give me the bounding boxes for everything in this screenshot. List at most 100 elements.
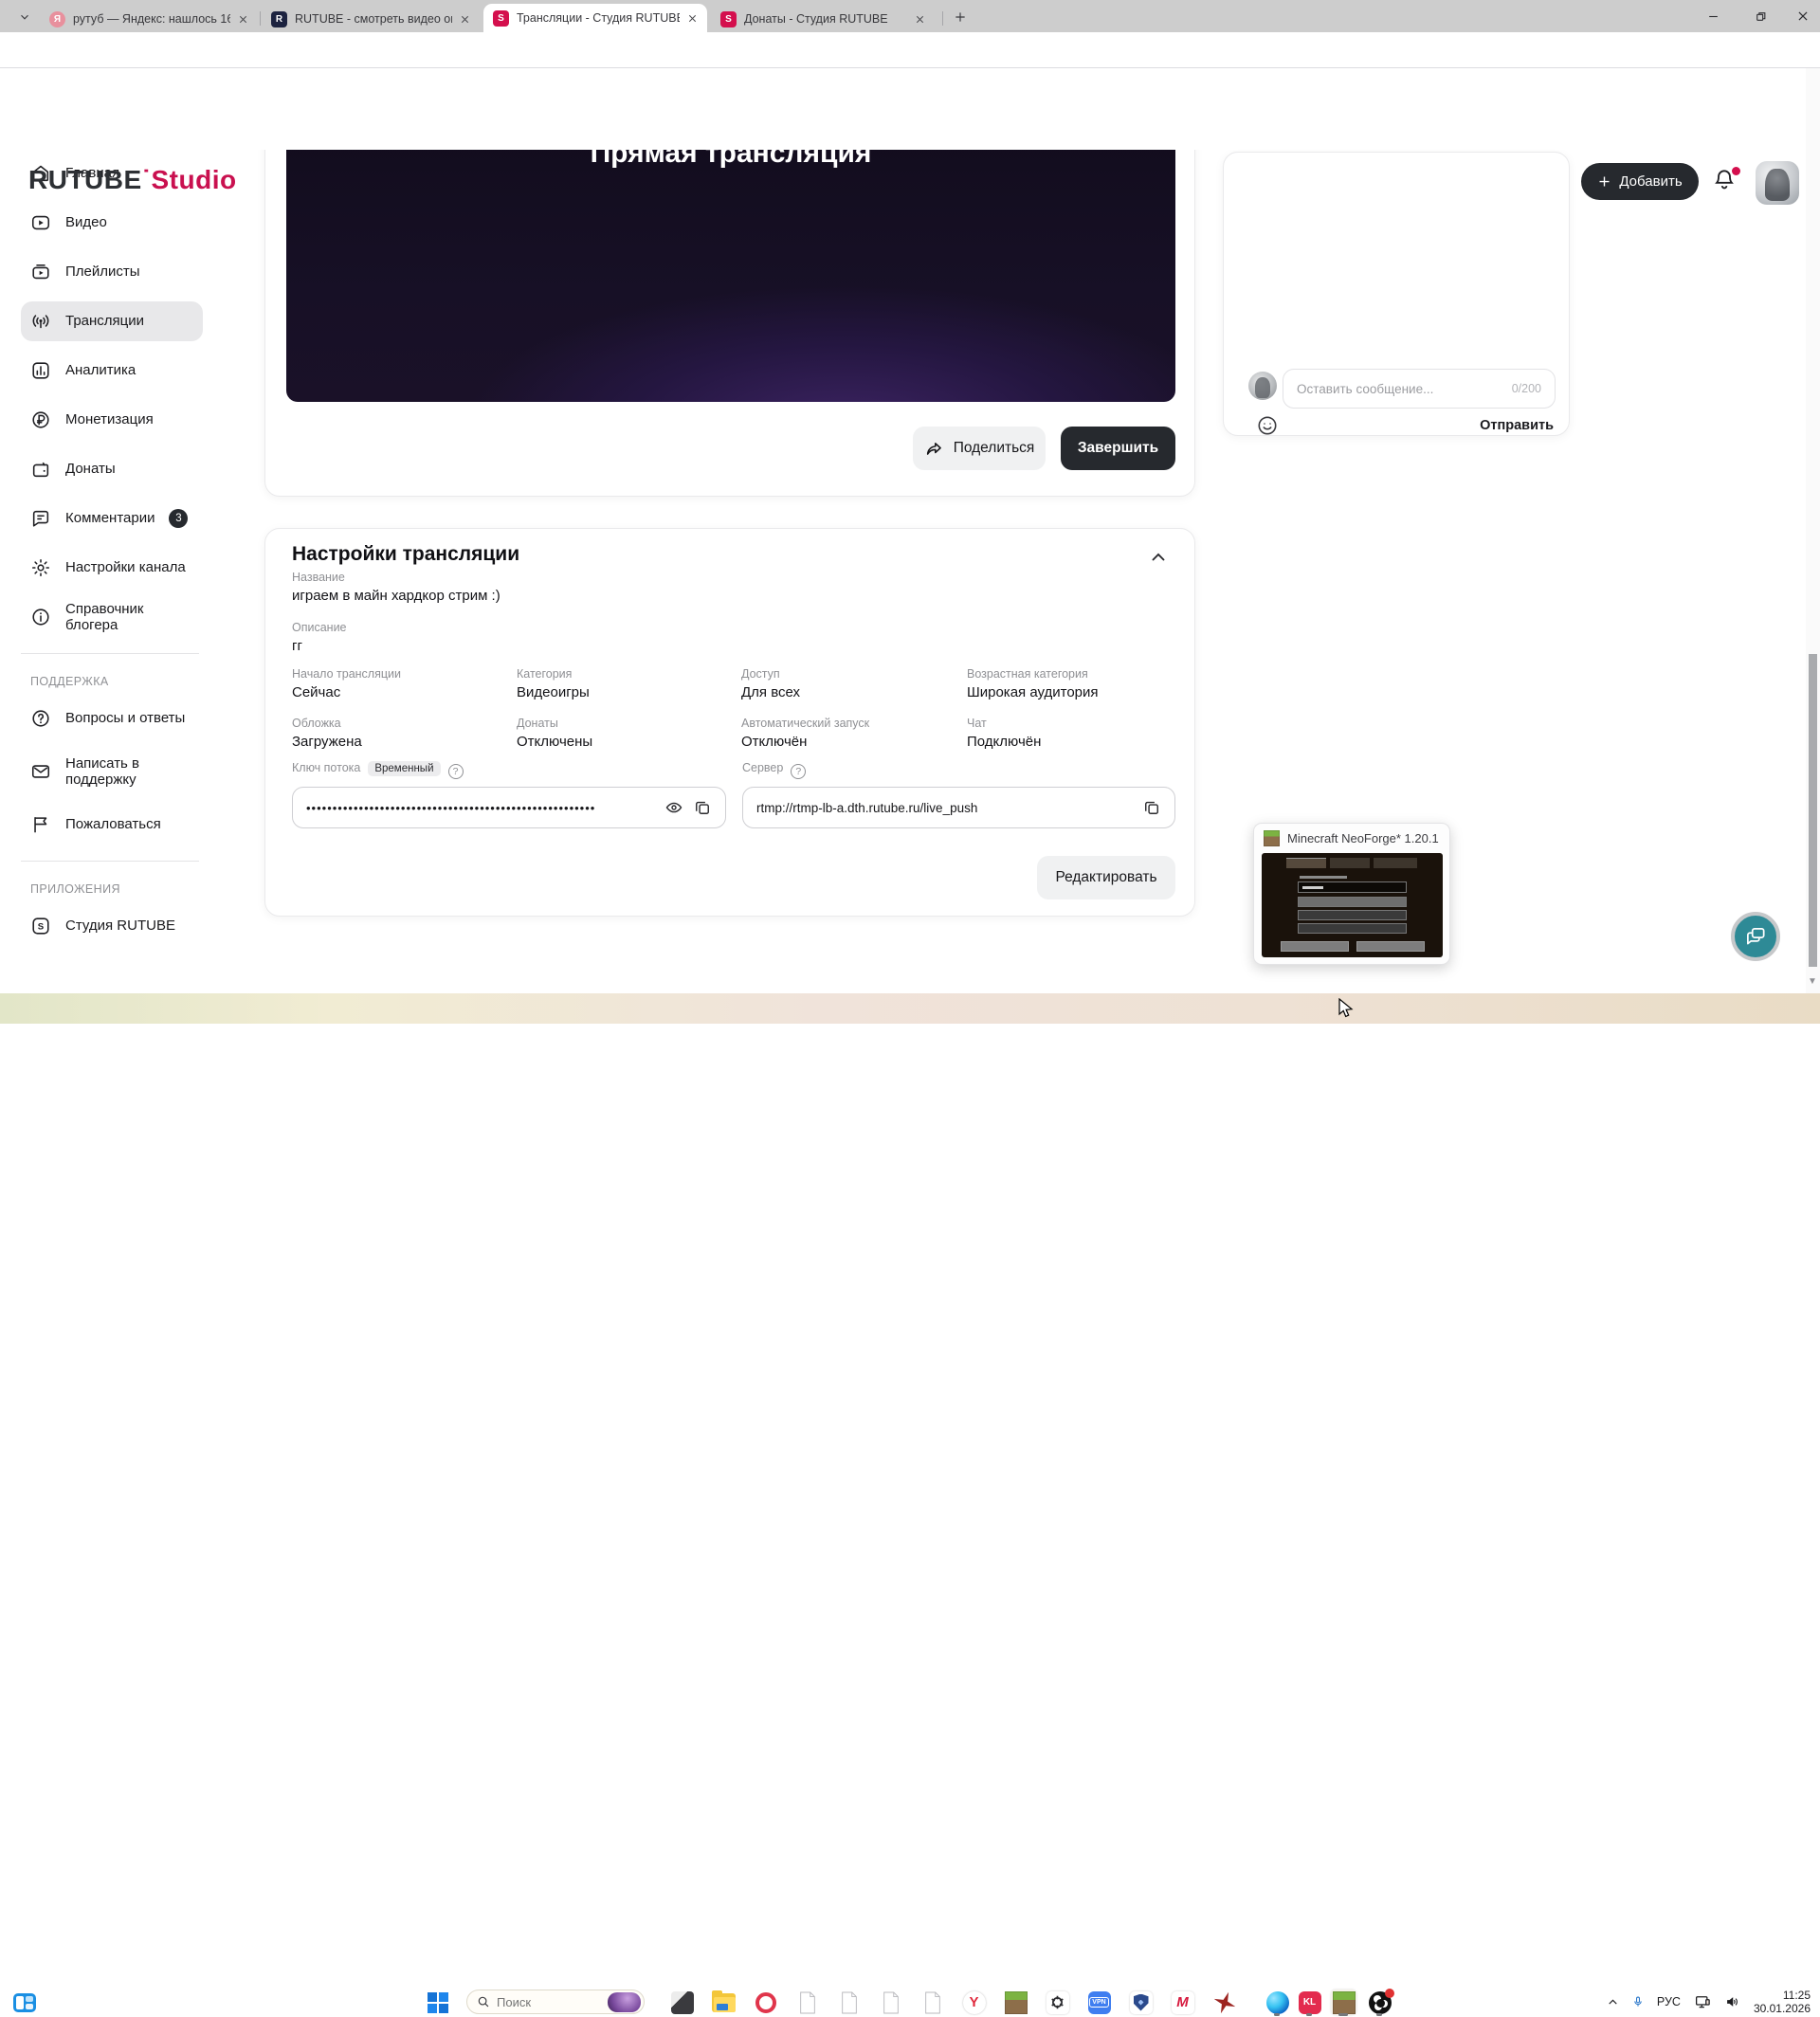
- edit-button[interactable]: Редактировать: [1037, 856, 1175, 899]
- edge-icon[interactable]: [1265, 1990, 1290, 2015]
- network-icon[interactable]: [1693, 1993, 1712, 2010]
- scrollbar-thumb[interactable]: [1809, 654, 1817, 967]
- search-highlight-image[interactable]: [608, 1992, 641, 2012]
- show-key-eye-icon[interactable]: [664, 798, 683, 817]
- tab-close-icon[interactable]: [460, 14, 470, 25]
- sidebar-item-channel-settings[interactable]: Настройки канала: [0, 543, 220, 592]
- language-indicator[interactable]: РУС: [1657, 1995, 1681, 2008]
- browser-tab-yandex[interactable]: Я рутуб — Яндекс: нашлось 163 р: [40, 6, 258, 32]
- notification-dot: [1732, 167, 1740, 175]
- add-button[interactable]: Добавить: [1581, 163, 1699, 200]
- ruble-circle-icon: [30, 409, 51, 430]
- yandex-favicon: Я: [49, 11, 65, 27]
- sidebar-item-playlists[interactable]: Плейлисты: [0, 247, 220, 297]
- yandex-browser-icon[interactable]: Y: [961, 1990, 987, 2015]
- chatgpt-icon[interactable]: [1045, 1990, 1070, 2015]
- sidebar-item-donates[interactable]: Донаты: [0, 445, 220, 494]
- app-red-m-icon[interactable]: M: [1170, 1990, 1195, 2015]
- help-icon[interactable]: ?: [448, 764, 464, 779]
- studio-header: RUTUBE˙Studio Добавить: [0, 68, 1820, 150]
- scrollbar-down-arrow[interactable]: ▼: [1808, 976, 1817, 987]
- emoji-smiley-icon[interactable]: [1256, 414, 1279, 437]
- sidebar-divider: [21, 653, 199, 654]
- copy-server-icon[interactable]: [1142, 798, 1161, 817]
- chat-message-input-wrap[interactable]: 0/200: [1283, 369, 1556, 409]
- sidebar-apps-header: ПРИЛОЖЕНИЯ: [0, 873, 220, 901]
- taskbar-app-dark-icon[interactable]: [669, 1990, 695, 2015]
- field-start: Начало трансляцииСейчас: [292, 667, 517, 700]
- sidebar-item-report[interactable]: Пожаловаться: [0, 800, 220, 849]
- sidebar-item-blogger-guide[interactable]: Справочник блогера: [0, 592, 220, 642]
- stream-key-input[interactable]: ••••••••••••••••••••••••••••••••••••••••…: [292, 787, 726, 828]
- tab-close-icon[interactable]: [915, 14, 925, 25]
- mc-label: [1300, 876, 1347, 879]
- page-scrollbar[interactable]: ▼: [1806, 68, 1820, 993]
- start-button[interactable]: [425, 1990, 450, 2015]
- chat-message-input[interactable]: [1297, 382, 1504, 396]
- minecraft-thumbnail[interactable]: [1262, 853, 1443, 957]
- copy-key-icon[interactable]: [693, 798, 712, 817]
- window-minimize-button[interactable]: [1697, 6, 1729, 27]
- obs-icon[interactable]: [1367, 1990, 1392, 2015]
- stream-desc-value: гг: [292, 638, 347, 654]
- browser-tab-rutube[interactable]: R RUTUBE - смотреть видео онлай: [262, 6, 480, 32]
- file-explorer-icon[interactable]: [711, 1990, 737, 2015]
- document-icon[interactable]: [836, 1990, 862, 2015]
- sidebar-item-studio-app[interactable]: SСтудия RUTUBE: [0, 901, 220, 951]
- stream-card: Прямая трансляция Поделиться Завершить: [264, 99, 1195, 497]
- minecraft-preview-popup[interactable]: Minecraft NeoForge* 1.20.1: [1253, 823, 1450, 965]
- sidebar-item-streams[interactable]: Трансляции: [0, 297, 220, 346]
- window-restore-button[interactable]: [1744, 6, 1776, 27]
- broadcast-icon: [30, 311, 51, 332]
- chat-char-counter: 0/200: [1512, 382, 1541, 395]
- taskbar-search[interactable]: [466, 1990, 645, 2014]
- feedback-chat-fab[interactable]: [1731, 912, 1780, 961]
- rutube-studio-logo[interactable]: RUTUBE˙Studio: [28, 165, 237, 195]
- tab-close-icon[interactable]: [687, 13, 698, 24]
- help-icon[interactable]: ?: [791, 764, 806, 779]
- sidebar-item-video[interactable]: Видео: [0, 198, 220, 247]
- opera-icon[interactable]: [753, 1990, 778, 2015]
- sidebar-item-write-support[interactable]: Написать в поддержку: [0, 743, 220, 800]
- tray-clock[interactable]: 11:2530.01.2026: [1754, 1989, 1811, 2016]
- share-button[interactable]: Поделиться: [913, 427, 1046, 470]
- new-tab-button[interactable]: [950, 8, 971, 27]
- tab-title: Трансляции - Студия RUTUBE: [517, 11, 680, 25]
- sidebar-divider: [21, 861, 199, 862]
- chat-panel: 0/200 Отправить: [1223, 152, 1570, 436]
- chat-send-button[interactable]: Отправить: [1480, 418, 1554, 433]
- tab-close-icon[interactable]: [238, 14, 248, 25]
- notifications-bell-icon[interactable]: [1712, 167, 1742, 197]
- mc-button: [1356, 941, 1425, 952]
- user-avatar[interactable]: [1756, 161, 1799, 205]
- sidebar-item-analytics[interactable]: Аналитика: [0, 346, 220, 395]
- flag-icon: [30, 814, 51, 835]
- minecraft-icon[interactable]: [1003, 1990, 1028, 2015]
- document-icon[interactable]: [878, 1990, 903, 2015]
- tray-expand-chevron[interactable]: [1607, 1996, 1619, 2008]
- tab-list-chevron-button[interactable]: [13, 8, 36, 27]
- document-icon[interactable]: [794, 1990, 820, 2015]
- minecraft-active-icon[interactable]: [1331, 1990, 1356, 2015]
- sidebar-item-faq[interactable]: Вопросы и ответы: [0, 694, 220, 743]
- kaspersky-icon[interactable]: KL: [1297, 1990, 1322, 2015]
- browser-tab-donates[interactable]: S Донаты - Студия RUTUBE: [711, 6, 935, 32]
- collapse-chevron-icon[interactable]: [1147, 546, 1170, 569]
- question-icon: [30, 708, 51, 729]
- server-input[interactable]: rtmp://rtmp-lb-a.dth.rutube.ru/live_push: [742, 787, 1175, 828]
- vpn-icon[interactable]: VPN: [1086, 1990, 1112, 2015]
- widgets-icon[interactable]: [11, 1990, 37, 2015]
- stream-preview-video[interactable]: Прямая трансляция: [286, 129, 1175, 402]
- tab-separator: [260, 11, 261, 26]
- volume-icon[interactable]: [1724, 1994, 1741, 2009]
- sidebar-item-comments[interactable]: Комментарии3: [0, 494, 220, 543]
- shield-icon[interactable]: [1128, 1990, 1154, 2015]
- app-red-star-icon[interactable]: [1211, 1990, 1237, 2015]
- sidebar-item-monetization[interactable]: Монетизация: [0, 395, 220, 445]
- document-icon[interactable]: [919, 1990, 945, 2015]
- search-input[interactable]: [497, 1995, 601, 2009]
- browser-tab-streams-active[interactable]: S Трансляции - Студия RUTUBE: [483, 4, 707, 32]
- finish-stream-button[interactable]: Завершить: [1061, 427, 1175, 470]
- window-close-button[interactable]: [1788, 6, 1818, 27]
- microphone-icon[interactable]: [1631, 1994, 1645, 2009]
